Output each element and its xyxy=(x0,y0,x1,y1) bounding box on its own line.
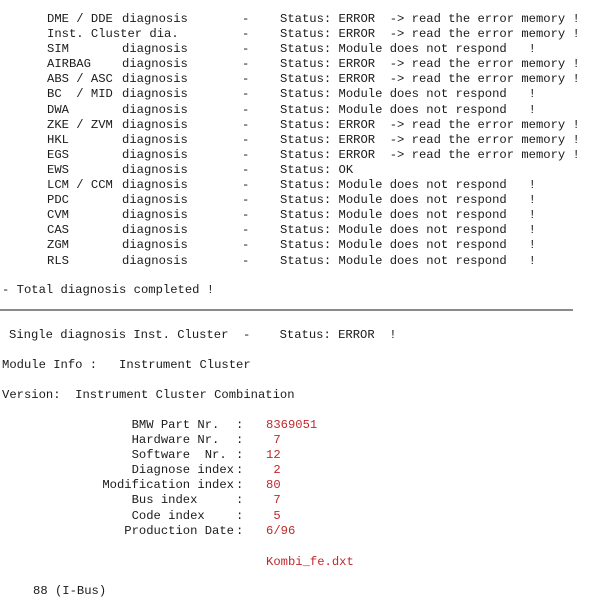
separator-dash: - xyxy=(242,57,250,72)
module-name: EWS xyxy=(47,162,69,177)
module-status: Status: ERROR -> read the error memory ! xyxy=(280,72,580,87)
diagnosis-word: diagnosis xyxy=(122,117,188,132)
separator-dash: - xyxy=(242,27,250,42)
separator-dash: - xyxy=(242,72,250,87)
detail-label: Hardware Nr. xyxy=(131,433,234,448)
diagnosis-word: diagnosis xyxy=(122,57,188,72)
module-name: ZGM xyxy=(47,238,69,253)
module-name: ZKE / ZVM xyxy=(47,117,113,132)
detail-label: BMW Part Nr. xyxy=(131,418,234,432)
module-name: HKL xyxy=(47,132,69,147)
diagnosis-word: diagnosis xyxy=(122,238,188,253)
diagnosis-word: diagnosis xyxy=(122,147,188,162)
module-name: CAS xyxy=(47,223,69,238)
module-name: PDC xyxy=(47,193,69,208)
module-status: Status: Module does not respond ! xyxy=(280,238,536,253)
detail-colon: : xyxy=(236,523,244,538)
detail-label: Production Date xyxy=(124,523,234,538)
detail-value: 8369051 xyxy=(266,418,318,432)
detail-label: Bus index xyxy=(131,493,234,508)
detail-colon: : xyxy=(236,463,244,478)
version-info: Version: Instrument Cluster Combination xyxy=(2,388,295,402)
detail-colon: : xyxy=(236,418,244,432)
module-status: Status: Module does not respond ! xyxy=(280,87,536,102)
detail-colon: : xyxy=(236,493,244,508)
detail-colon: : xyxy=(236,478,244,493)
module-name: DWA xyxy=(47,102,69,117)
module-status: Status: OK xyxy=(280,162,354,177)
diagnosis-word: diagnosis xyxy=(122,132,188,147)
module-status: Status: ERROR -> read the error memory ! xyxy=(280,27,580,42)
bus-info: 88 (I-Bus) xyxy=(33,584,107,598)
diagnosis-word: diagnosis xyxy=(122,162,188,177)
detail-label: Software Nr. xyxy=(131,448,234,463)
module-status: Status: ERROR -> read the error memory ! xyxy=(280,147,580,162)
separator-dash: - xyxy=(242,178,250,193)
detail-value: 2 xyxy=(266,463,281,478)
separator-dash: - xyxy=(242,238,250,253)
detail-colon: : xyxy=(236,448,244,463)
module-status: Status: Module does not respond ! xyxy=(280,253,536,268)
module-status: Status: ERROR -> read the error memory ! xyxy=(280,12,580,26)
module-name: BC / MID xyxy=(47,87,113,102)
separator-dash: - xyxy=(242,253,250,268)
module-name: Inst. Cluster dia. xyxy=(47,27,179,42)
module-info: Module Info : Instrument Cluster xyxy=(2,358,251,372)
separator-dash: - xyxy=(242,162,250,177)
module-name: AIRBAG xyxy=(47,57,91,72)
detail-value: 6/96 xyxy=(266,523,296,538)
diagnosis-word: diagnosis xyxy=(122,253,188,268)
separator-dash: - xyxy=(242,117,250,132)
diagnosis-word: diagnosis xyxy=(122,178,188,193)
detail-label: Code index xyxy=(131,508,234,523)
module-status: Status: Module does not respond ! xyxy=(280,102,536,117)
separator-dash: - xyxy=(242,87,250,102)
module-name: RLS xyxy=(47,253,69,268)
module-name: LCM / CCM xyxy=(47,178,113,193)
separator-dash: - xyxy=(242,42,250,57)
diagnosis-word: diagnosis xyxy=(122,208,188,223)
diagnosis-word: diagnosis xyxy=(122,87,188,102)
separator-dash: - xyxy=(242,132,250,147)
diagnosis-word: diagnosis xyxy=(122,72,188,87)
single-diagnosis-status: Single diagnosis Inst. Cluster - Status:… xyxy=(9,328,397,342)
diagnosis-word: diagnosis xyxy=(122,42,188,57)
detail-value: 7 xyxy=(266,433,281,448)
module-status: Status: Module does not respond ! xyxy=(280,208,536,223)
separator-dash: - xyxy=(242,193,250,208)
module-name: EGS xyxy=(47,147,69,162)
detail-label: Modification index xyxy=(102,478,234,493)
detail-value: 12 xyxy=(266,448,281,463)
detail-colon: : xyxy=(236,433,244,448)
module-status: Status: Module does not respond ! xyxy=(280,223,536,238)
file-name: Kombi_fe.dxt xyxy=(266,555,354,569)
detail-colon: : xyxy=(236,508,244,523)
detail-value: 5 xyxy=(266,508,281,523)
module-status: Status: ERROR -> read the error memory ! xyxy=(280,132,580,147)
diagnosis-word: diagnosis xyxy=(122,102,188,117)
total-diagnosis-message: - Total diagnosis completed ! xyxy=(2,283,215,297)
separator-dash: - xyxy=(242,12,250,26)
detail-value: 80 xyxy=(266,478,281,493)
module-status: Status: Module does not respond ! xyxy=(280,42,536,57)
divider xyxy=(0,309,573,311)
module-status: Status: Module does not respond ! xyxy=(280,178,536,193)
module-name: CVM xyxy=(47,208,69,223)
module-status: Status: Module does not respond ! xyxy=(280,193,536,208)
separator-dash: - xyxy=(242,102,250,117)
module-name: ABS / ASC xyxy=(47,72,113,87)
diagnosis-word: diagnosis xyxy=(122,223,188,238)
separator-dash: - xyxy=(242,147,250,162)
separator-dash: - xyxy=(242,223,250,238)
module-name: SIM xyxy=(47,42,69,57)
detail-value: 7 xyxy=(266,493,281,508)
diagnosis-word: diagnosis xyxy=(122,193,188,208)
diagnosis-word: diagnosis xyxy=(122,12,188,26)
detail-label: Diagnose index xyxy=(131,463,234,478)
module-status: Status: ERROR -> read the error memory ! xyxy=(280,117,580,132)
module-status: Status: ERROR -> read the error memory ! xyxy=(280,57,580,72)
module-name: DME / DDE xyxy=(47,12,113,26)
separator-dash: - xyxy=(242,208,250,223)
